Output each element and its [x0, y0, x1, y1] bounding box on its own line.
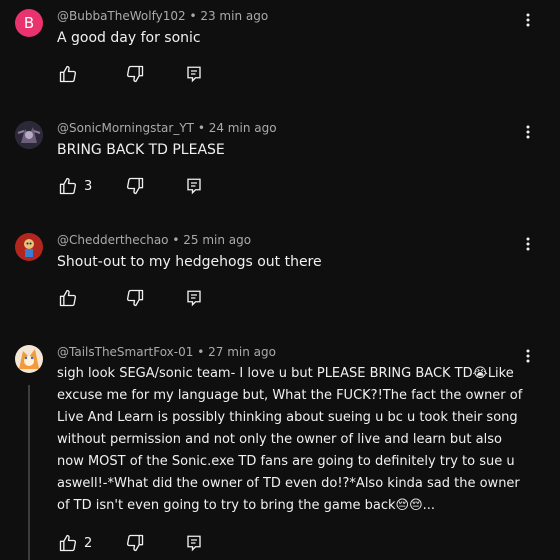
like-group [57, 63, 124, 85]
comment-text-line: aswell!-*What did the owner of TD even d… [57, 476, 520, 491]
action-bar: 3 [57, 175, 205, 197]
like-group: 3 [57, 175, 124, 197]
author-handle[interactable]: @Chedderthechao [57, 233, 169, 247]
like-button[interactable] [57, 532, 79, 554]
like-group [57, 287, 124, 309]
more-vert-icon [526, 349, 530, 363]
author-handle[interactable]: @TailsTheSmartFox-01 [57, 345, 193, 359]
action-bar: 2 [57, 532, 205, 554]
more-actions-button[interactable] [522, 124, 534, 140]
action-bar [57, 287, 205, 309]
comment-text-line: without permission and not only the owne… [57, 432, 502, 447]
reply-icon [187, 535, 201, 552]
timestamp[interactable]: 24 min ago [209, 121, 277, 135]
comment-text-line: excuse me for my language but, What the … [57, 388, 523, 403]
action-bar [57, 63, 205, 85]
comment-text: sigh look SEGA/sonic team- I love u but … [57, 363, 532, 517]
comment-text-line: now MOST of the Sonic.exe TD fans are go… [57, 454, 515, 469]
avatar[interactable] [15, 233, 43, 261]
thumb-down-icon [126, 177, 144, 195]
reply-button[interactable] [183, 287, 205, 309]
dislike-button[interactable] [124, 63, 146, 85]
like-count: 2 [84, 535, 93, 551]
reply-thread-line [28, 385, 30, 560]
comment-text-line: Live And Learn is possibly thinking abou… [57, 410, 518, 425]
avatar[interactable]: B [15, 9, 43, 37]
avatar[interactable] [15, 345, 43, 373]
avatar-image [15, 345, 43, 373]
separator-dot: • [189, 9, 197, 23]
thumb-up-icon [59, 177, 77, 195]
comment-header: @TailsTheSmartFox-01 • 27 min ago [57, 345, 276, 359]
reply-button[interactable] [183, 532, 205, 554]
author-handle[interactable]: @BubbaTheWolfy102 [57, 9, 186, 23]
thumb-down-icon [126, 65, 144, 83]
author-handle[interactable]: @SonicMorningstar_YT [57, 121, 194, 135]
separator-dot: • [172, 233, 180, 247]
like-group: 2 [57, 532, 124, 554]
more-actions-button[interactable] [522, 348, 534, 364]
more-actions-button[interactable] [522, 236, 534, 252]
dislike-button[interactable] [124, 532, 146, 554]
comment-text-line: of TD isn't even going to try to bring t… [57, 498, 436, 513]
thumb-up-icon [59, 289, 77, 307]
like-button[interactable] [57, 175, 79, 197]
avatar-image [15, 233, 43, 261]
comment-4: @TailsTheSmartFox-01 • 27 min ago sigh l… [0, 336, 560, 560]
comment-header: @BubbaTheWolfy102 • 23 min ago [57, 9, 268, 23]
dislike-button[interactable] [124, 287, 146, 309]
comment-text: BRING BACK TD PLEASE [57, 142, 225, 158]
timestamp[interactable]: 27 min ago [208, 345, 276, 359]
comment-header: @SonicMorningstar_YT • 24 min ago [57, 121, 277, 135]
reply-button[interactable] [183, 175, 205, 197]
timestamp[interactable]: 23 min ago [200, 9, 268, 23]
thumb-down-icon [126, 289, 144, 307]
reply-icon [187, 178, 201, 195]
thumb-up-icon [59, 65, 77, 83]
like-button[interactable] [57, 287, 79, 309]
separator-dot: • [197, 121, 205, 135]
comment-text: Shout-out to my hedgehogs out there [57, 254, 322, 270]
comment-header: @Chedderthechao • 25 min ago [57, 233, 251, 247]
more-actions-button[interactable] [522, 12, 534, 28]
reply-button[interactable] [183, 63, 205, 85]
separator-dot: • [197, 345, 205, 359]
more-vert-icon [526, 125, 530, 139]
comment-text: A good day for sonic [57, 30, 201, 46]
like-button[interactable] [57, 63, 79, 85]
more-vert-icon [526, 13, 530, 27]
thumb-up-icon [59, 534, 77, 552]
timestamp[interactable]: 25 min ago [183, 233, 251, 247]
avatar-letter: B [23, 14, 35, 32]
avatar-image [15, 121, 43, 149]
reply-icon [187, 290, 201, 307]
more-vert-icon [526, 237, 530, 251]
thumb-down-icon [126, 534, 144, 552]
comment-text-line: sigh look SEGA/sonic team- I love u but … [57, 366, 514, 381]
like-count: 3 [84, 178, 93, 194]
avatar[interactable] [15, 121, 43, 149]
reply-icon [187, 66, 201, 83]
dislike-button[interactable] [124, 175, 146, 197]
